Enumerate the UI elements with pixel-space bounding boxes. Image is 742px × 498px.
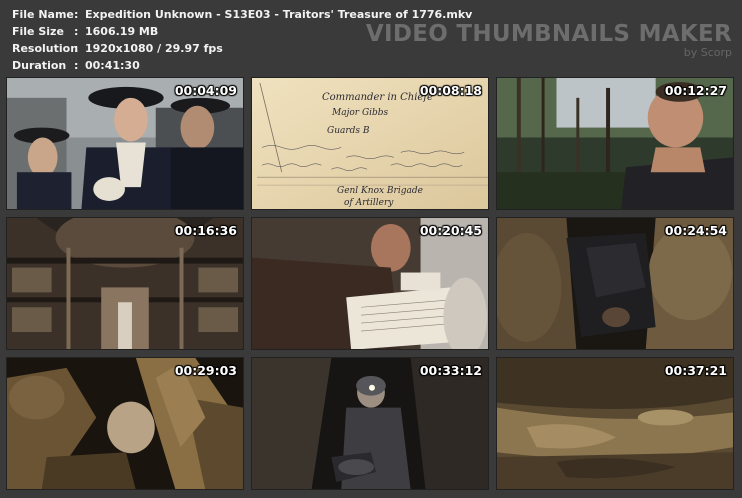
doc-line-4: Genl Knox Brigade [337,186,423,196]
timestamp: 00:04:09 [174,83,237,98]
duration-row: Duration : 00:41:30 [12,57,472,74]
separator: : [74,25,79,38]
separator: : [74,59,79,72]
resolution-value: 1920x1080 / 29.97 fps [85,42,223,55]
thumbnail-8[interactable]: 00:33:12 [251,357,489,490]
brand-title: VIDEO THUMBNAILS MAKER [365,21,732,47]
timestamp: 00:29:03 [174,363,237,378]
timestamp: 00:08:18 [419,83,482,98]
timestamp: 00:24:54 [664,223,727,238]
thumbnail-grid: 00:04:09 Commander in Chiefe Major Gibbs… [6,77,742,497]
file-size-value: 1606.19 MB [85,25,159,38]
duration-label: Duration [12,59,67,72]
timestamp: 00:33:12 [419,363,482,378]
doc-line-5: of Artillery [344,198,394,208]
doc-line-3: Guards B [327,126,370,136]
thumbnail-5[interactable]: 00:20:45 [251,217,489,350]
duration-value: 00:41:30 [85,59,140,72]
thumbnail-9[interactable]: 00:37:21 [496,357,734,490]
doc-line-2: Major Gibbs [332,108,389,118]
brand-subtitle: by Scorp [683,46,732,59]
separator: : [74,8,79,21]
timestamp: 00:16:36 [174,223,237,238]
thumbnail-3[interactable]: 00:12:27 [496,77,734,210]
file-size-label: File Size [12,25,64,38]
resolution-label: Resolution [12,42,79,55]
thumbnail-1[interactable]: 00:04:09 [6,77,244,210]
timestamp: 00:12:27 [664,83,727,98]
thumbnail-7[interactable]: 00:29:03 [6,357,244,490]
thumbnail-6[interactable]: 00:24:54 [496,217,734,350]
file-name-label: File Name [12,8,74,21]
brand-watermark: VIDEO THUMBNAILS MAKER by Scorp [366,22,732,59]
doc-line-1: Commander in Chiefe [322,92,433,103]
thumbnail-2[interactable]: Commander in Chiefe Major Gibbs Guards B… [251,77,489,210]
timestamp: 00:20:45 [419,223,482,238]
timestamp: 00:37:21 [664,363,727,378]
thumbnail-4[interactable]: 00:16:36 [6,217,244,350]
separator: : [74,42,79,55]
